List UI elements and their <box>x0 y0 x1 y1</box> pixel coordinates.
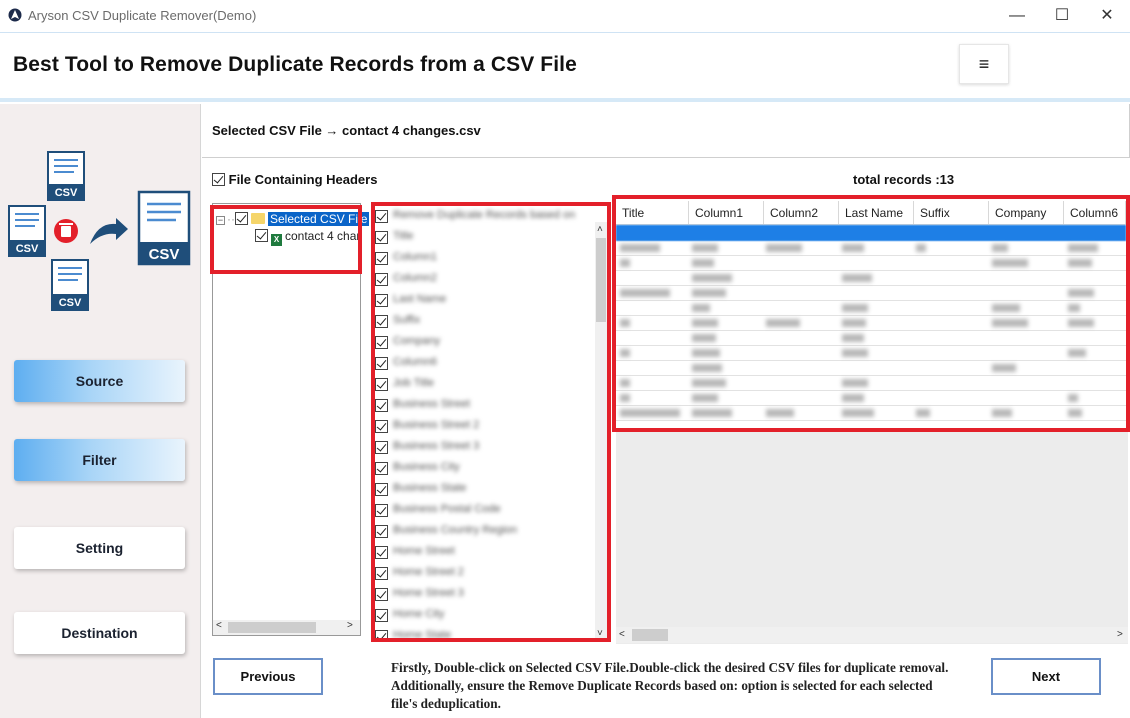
csv-file-icon: CSV <box>47 151 85 201</box>
sidebar-item-filter[interactable]: Filter <box>14 439 185 481</box>
arrow-icon <box>90 218 128 244</box>
grid-header-cell[interactable]: Suffix <box>914 201 989 225</box>
grid-header-cell[interactable]: Column1 <box>689 201 764 225</box>
checkbox-checked-icon <box>212 173 225 186</box>
list-item[interactable]: Title <box>375 227 594 248</box>
scroll-up-icon[interactable]: ˄ <box>597 224 603 235</box>
table-row[interactable] <box>616 286 1126 301</box>
list-item[interactable]: Home Street 3 <box>375 584 594 605</box>
hamburger-icon: ≡ <box>978 54 990 74</box>
scroll-right-icon[interactable]: > <box>1117 629 1123 640</box>
delete-icon <box>54 219 78 243</box>
svg-text:CSV: CSV <box>55 187 78 199</box>
scroll-right-icon[interactable]: > <box>347 620 353 631</box>
selected-file-label: Selected CSV File → contact 4 changes.cs… <box>212 123 481 138</box>
list-item[interactable]: Home Street 2 <box>375 563 594 584</box>
app-logo-icon <box>8 8 22 22</box>
csv-output-file-icon: CSV <box>137 190 191 266</box>
sidebar-item-source[interactable]: Source <box>14 360 185 402</box>
tree-highlight-box <box>210 205 362 274</box>
instructions-text: Firstly, Double-click on Selected CSV Fi… <box>391 660 949 711</box>
table-row[interactable] <box>616 301 1126 316</box>
table-row[interactable] <box>616 316 1126 331</box>
list-item[interactable]: Column2 <box>375 269 594 290</box>
svg-text:CSV: CSV <box>16 243 39 255</box>
file-containing-headers-label: File Containing Headers <box>228 172 378 187</box>
table-row[interactable] <box>616 406 1126 421</box>
column-checkbox-list: Remove Duplicate Records based on Title … <box>375 206 594 638</box>
csv-file-icon: CSV <box>8 205 46 257</box>
list-item[interactable]: Column1 <box>375 248 594 269</box>
list-item[interactable]: Business City <box>375 458 594 479</box>
hamburger-menu-button[interactable]: ≡ <box>959 44 1009 84</box>
grid-header-cell[interactable]: Column6 <box>1064 201 1126 225</box>
scroll-left-icon[interactable]: < <box>619 629 625 640</box>
csv-file-icon: CSV <box>51 259 89 311</box>
page-title: Best Tool to Remove Duplicate Records fr… <box>13 53 577 76</box>
list-item[interactable]: Business Country Region <box>375 521 594 542</box>
table-row[interactable] <box>616 346 1126 361</box>
table-row[interactable] <box>616 361 1126 376</box>
maximize-button[interactable]: ☐ <box>1039 4 1085 28</box>
grid-header-cell[interactable]: Column2 <box>764 201 839 225</box>
tree-scroll-thumb[interactable] <box>228 622 316 633</box>
grid-horizontal-scrollbar[interactable] <box>616 627 1128 643</box>
csv-dedup-illustration: CSV CSV CSV CSV <box>8 151 191 311</box>
list-item[interactable]: Business Street 2 <box>375 416 594 437</box>
column-list-scroll-thumb[interactable] <box>596 238 606 322</box>
header-banner: Best Tool to Remove Duplicate Records fr… <box>0 32 1130 102</box>
svg-text:CSV: CSV <box>149 246 180 263</box>
list-item[interactable]: Job Title <box>375 374 594 395</box>
list-item[interactable]: Home City <box>375 605 594 626</box>
total-records-label: total records :13 <box>853 172 955 187</box>
sidebar-item-setting[interactable]: Setting <box>14 527 185 569</box>
list-item[interactable]: Suffix <box>375 311 594 332</box>
next-button[interactable]: Next <box>991 658 1101 695</box>
grid-header-cell[interactable]: Title <box>616 201 689 225</box>
grid-scroll-thumb[interactable] <box>632 629 668 641</box>
table-row[interactable] <box>616 256 1126 271</box>
list-item[interactable]: Business Street 3 <box>375 437 594 458</box>
scroll-down-icon[interactable]: ˅ <box>597 628 603 639</box>
list-item[interactable]: Home Street <box>375 542 594 563</box>
table-row[interactable] <box>616 376 1126 391</box>
scroll-left-icon[interactable]: < <box>216 620 222 631</box>
close-button[interactable]: ✕ <box>1084 4 1130 28</box>
table-row[interactable] <box>616 271 1126 286</box>
table-row-selected[interactable] <box>616 225 1126 241</box>
grid-empty-area <box>616 432 1128 644</box>
grid-header-cell[interactable]: Last Name <box>839 201 914 225</box>
list-item[interactable]: Last Name <box>375 290 594 311</box>
svg-text:CSV: CSV <box>59 297 82 309</box>
file-containing-headers-checkbox[interactable]: File Containing Headers <box>212 172 377 187</box>
table-row[interactable] <box>616 331 1126 346</box>
window-title: Aryson CSV Duplicate Remover(Demo) <box>28 8 257 23</box>
list-item[interactable]: Business Street <box>375 395 594 416</box>
list-item[interactable]: Business State <box>375 479 594 500</box>
list-item[interactable]: Company <box>375 332 594 353</box>
list-item[interactable]: Home State <box>375 626 594 638</box>
grid-header-cell[interactable]: Company <box>989 201 1064 225</box>
minimize-button[interactable]: — <box>994 4 1040 28</box>
list-item[interactable]: Remove Duplicate Records based on <box>375 206 594 227</box>
previous-button[interactable]: Previous <box>213 658 323 695</box>
table-row[interactable] <box>616 391 1126 406</box>
list-item[interactable]: Business Postal Code <box>375 500 594 521</box>
list-item[interactable]: Column6 <box>375 353 594 374</box>
title-bar: Aryson CSV Duplicate Remover(Demo) — ☐ ✕ <box>0 0 1130 32</box>
sidebar-item-destination[interactable]: Destination <box>14 612 185 654</box>
table-row[interactable] <box>616 241 1126 256</box>
